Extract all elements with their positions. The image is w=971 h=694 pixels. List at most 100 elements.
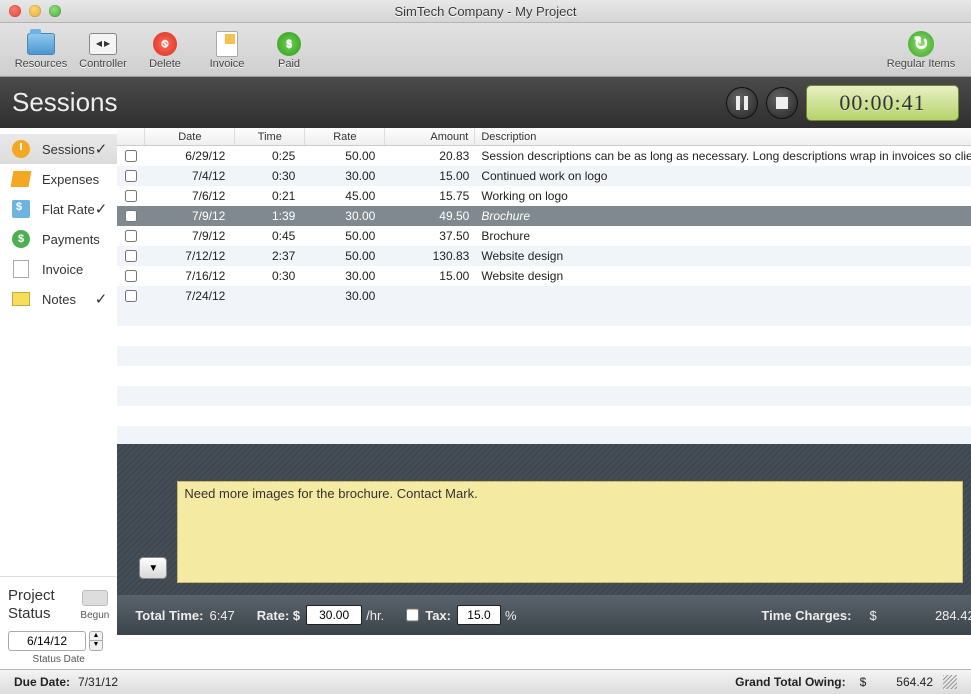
rate-input[interactable] — [306, 605, 362, 625]
total-time-value: 6:47 — [209, 608, 234, 623]
stop-button[interactable] — [766, 87, 798, 119]
cell-date: 7/4/12 — [145, 166, 235, 186]
expand-notes-button[interactable]: ▼ — [139, 557, 167, 579]
sidebar-item-sessions[interactable]: Sessions✓ — [0, 134, 117, 164]
sidebar-item-label: Invoice — [42, 262, 83, 277]
due-date-label: Due Date: — [14, 675, 70, 689]
row-checkbox[interactable] — [125, 170, 137, 182]
row-checkbox[interactable] — [125, 250, 137, 262]
time-charges-value: 284.42 — [895, 608, 971, 623]
stop-icon — [776, 97, 788, 109]
invoice-button[interactable]: Invoice — [196, 30, 258, 70]
row-checkbox[interactable] — [125, 230, 137, 242]
rate-suffix: /hr. — [366, 608, 384, 623]
sidebar-item-label: Flat Rate — [42, 202, 95, 217]
sidebar-item-flat-rate[interactable]: Flat Rate✓ — [0, 194, 117, 224]
note-text[interactable]: Need more images for the brochure. Conta… — [177, 481, 962, 583]
controller-icon: ◀▶ — [89, 33, 117, 55]
controller-button[interactable]: ◀▶Controller — [72, 30, 134, 70]
time-charges-label: Time Charges: — [761, 608, 851, 623]
cell-amount: 20.83 — [385, 146, 475, 166]
table-row[interactable]: 7/9/120:4550.0037.50Brochure — [117, 226, 971, 246]
chevron-down-icon: ▼ — [148, 563, 158, 574]
resize-handle[interactable] — [943, 675, 957, 689]
row-checkbox[interactable] — [125, 290, 137, 302]
delete-button[interactable]: ⦸Delete — [134, 30, 196, 70]
tax-label: Tax: — [425, 608, 451, 623]
row-checkbox[interactable] — [125, 270, 137, 282]
table-row[interactable]: 7/6/120:2145.0015.75Working on logo — [117, 186, 971, 206]
col-header-amount[interactable]: Amount — [385, 128, 475, 145]
table-row[interactable]: 7/16/120:3030.0015.00Website design — [117, 266, 971, 286]
cell-amount: 15.00 — [385, 266, 475, 286]
cell-time: 2:37 — [235, 246, 305, 266]
check-icon: ✓ — [95, 290, 108, 308]
sidebar-item-label: Sessions — [42, 142, 95, 157]
currency-symbol: $ — [869, 608, 876, 623]
cell-rate: 50.00 — [305, 226, 385, 246]
tax-suffix: % — [505, 608, 517, 623]
table-row[interactable]: 7/4/120:3030.0015.00Continued work on lo… — [117, 166, 971, 186]
cell-rate: 30.00 — [305, 206, 385, 226]
cell-time: 0:25 — [235, 146, 305, 166]
page-title: Sessions — [12, 87, 118, 118]
cell-amount: 130.83 — [385, 246, 475, 266]
footer-bar: Due Date: 7/31/12 Grand Total Owing: $ 5… — [0, 669, 971, 694]
col-header-time[interactable]: Time — [235, 128, 305, 145]
cell-time — [235, 286, 305, 306]
table-row[interactable]: 6/29/120:2550.0020.83Session description… — [117, 146, 971, 166]
cell-date: 7/9/12 — [145, 206, 235, 226]
cell-description: Website design — [475, 266, 971, 286]
invoice-icon — [13, 260, 29, 278]
table-header: Date Time Rate Amount Description — [117, 128, 971, 146]
printer-icon — [82, 590, 108, 606]
window-title: SimTech Company - My Project — [0, 4, 971, 19]
row-checkbox[interactable] — [125, 150, 137, 162]
sidebar-item-notes[interactable]: Notes ✓ — [0, 284, 117, 314]
tax-checkbox[interactable] — [406, 605, 419, 625]
cell-rate: 50.00 — [305, 246, 385, 266]
date-stepper[interactable]: ▲▼ — [89, 631, 103, 651]
regular-items-button[interactable]: ↻Regular Items — [881, 30, 961, 70]
table-body: 6/29/120:2550.0020.83Session description… — [117, 146, 971, 444]
cell-date: 7/9/12 — [145, 226, 235, 246]
col-header-description[interactable]: Description — [475, 128, 971, 145]
total-time-label: Total Time: — [135, 608, 203, 623]
pause-button[interactable] — [726, 87, 758, 119]
col-header-date[interactable]: Date — [145, 128, 235, 145]
cell-rate: 45.00 — [305, 186, 385, 206]
rate-label: Rate: $ — [257, 608, 300, 623]
table-row[interactable]: 7/9/121:3930.0049.50Brochure — [117, 206, 971, 226]
due-date-value: 7/31/12 — [78, 675, 118, 689]
table-row[interactable]: 7/24/1230.00 — [117, 286, 971, 306]
project-status-panel: ProjectStatus Begun ▲▼ Status Date — [0, 576, 117, 669]
cell-description: Website design — [475, 246, 971, 266]
cell-time: 0:30 — [235, 166, 305, 186]
resources-button[interactable]: Resources — [10, 30, 72, 70]
sidebar-item-label: Payments — [42, 232, 100, 247]
row-checkbox[interactable] — [125, 190, 137, 202]
sidebar-item-invoice[interactable]: Invoice — [0, 254, 117, 284]
summary-bar: Total Time: 6:47 Rate: $ /hr. Tax:% Time C… — [117, 595, 971, 635]
cell-rate: 30.00 — [305, 266, 385, 286]
cell-amount: 15.75 — [385, 186, 475, 206]
cell-rate: 30.00 — [305, 286, 385, 306]
sidebar-item-label: Notes — [42, 292, 76, 307]
row-checkbox[interactable] — [125, 210, 137, 222]
cell-date: 7/6/12 — [145, 186, 235, 206]
sidebar-item-payments[interactable]: $Payments — [0, 224, 117, 254]
folder-icon — [27, 33, 55, 55]
invoice-icon — [216, 31, 238, 57]
delete-icon: ⦸ — [153, 32, 177, 56]
table-row[interactable]: 7/12/122:3750.00130.83Website design — [117, 246, 971, 266]
sidebar: Sessions✓ExpensesFlat Rate✓$PaymentsInvo… — [0, 128, 117, 669]
paid-button[interactable]: $Paid — [258, 30, 320, 70]
cell-date: 7/12/12 — [145, 246, 235, 266]
tax-input[interactable] — [457, 605, 501, 625]
status-date-input[interactable] — [8, 631, 86, 651]
begun-status[interactable]: Begun — [80, 590, 109, 621]
sidebar-item-expenses[interactable]: Expenses — [0, 164, 117, 194]
col-header-rate[interactable]: Rate — [305, 128, 385, 145]
cell-rate: 30.00 — [305, 166, 385, 186]
sessions-icon — [12, 140, 30, 158]
